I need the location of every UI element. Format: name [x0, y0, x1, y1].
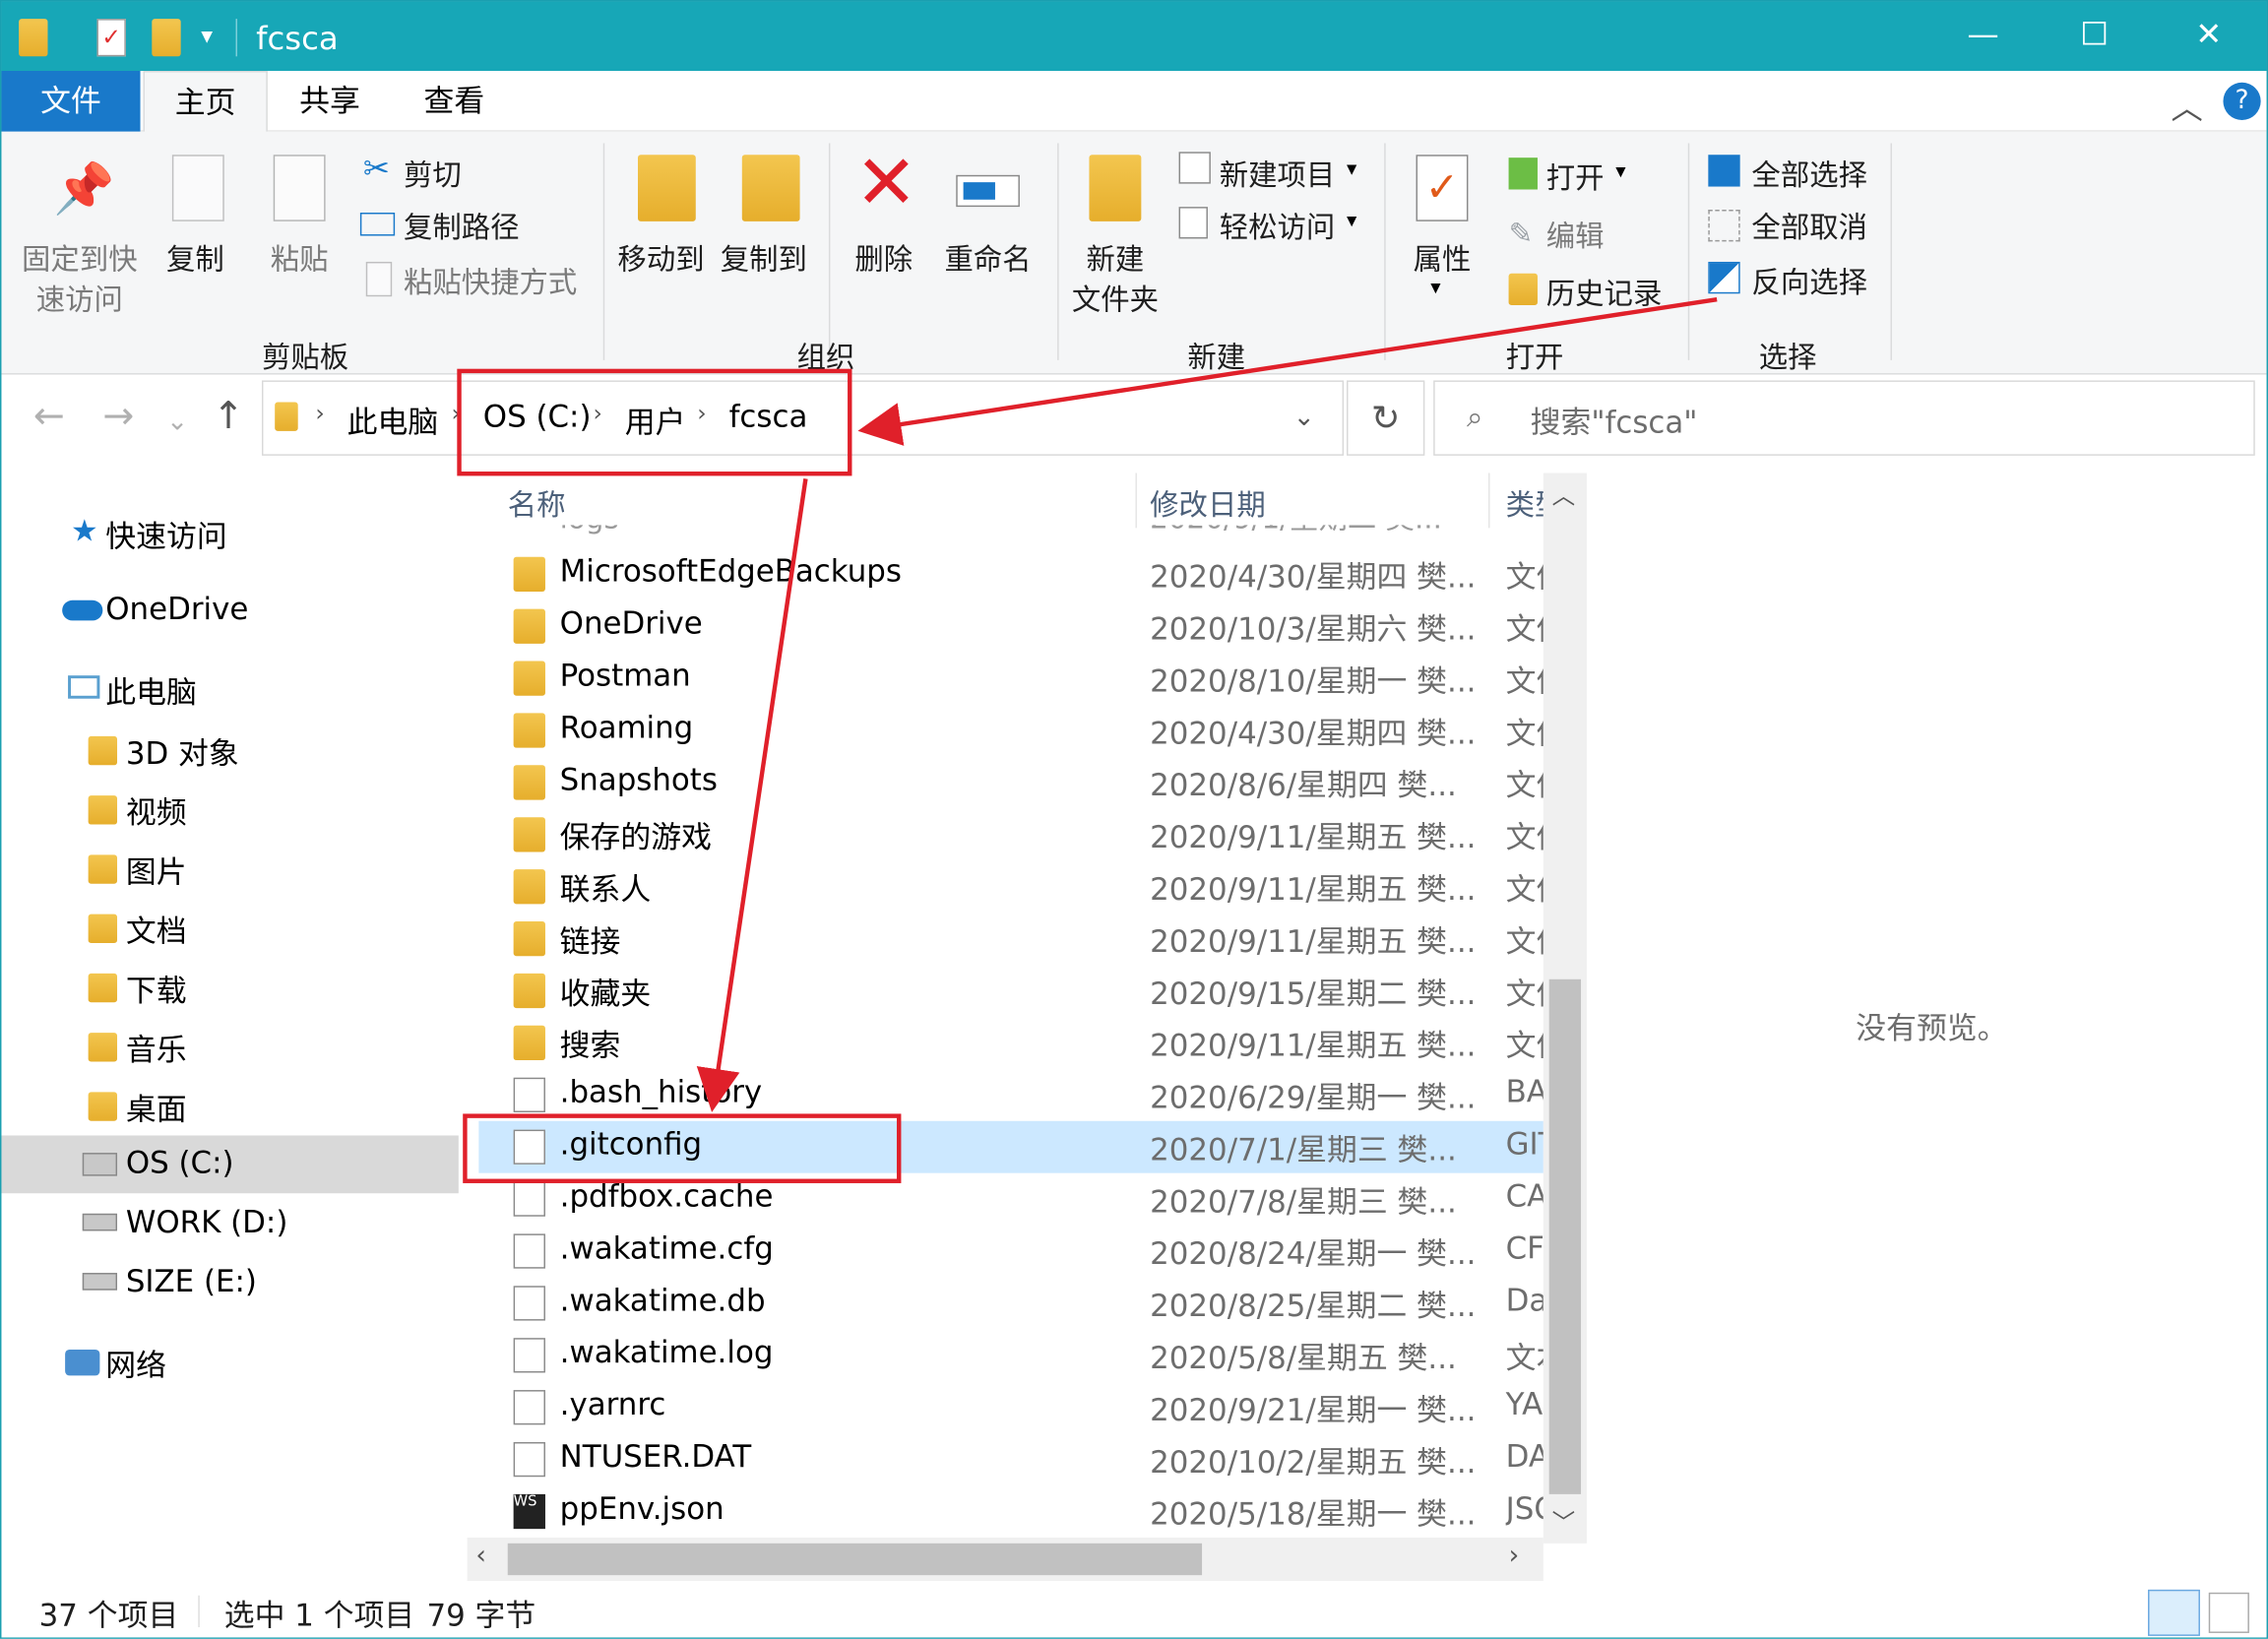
arrow-invert-to-address	[857, 296, 1718, 446]
annotation-arrows	[696, 296, 1718, 1112]
arrow-address-to-gitconfig	[696, 478, 808, 1112]
